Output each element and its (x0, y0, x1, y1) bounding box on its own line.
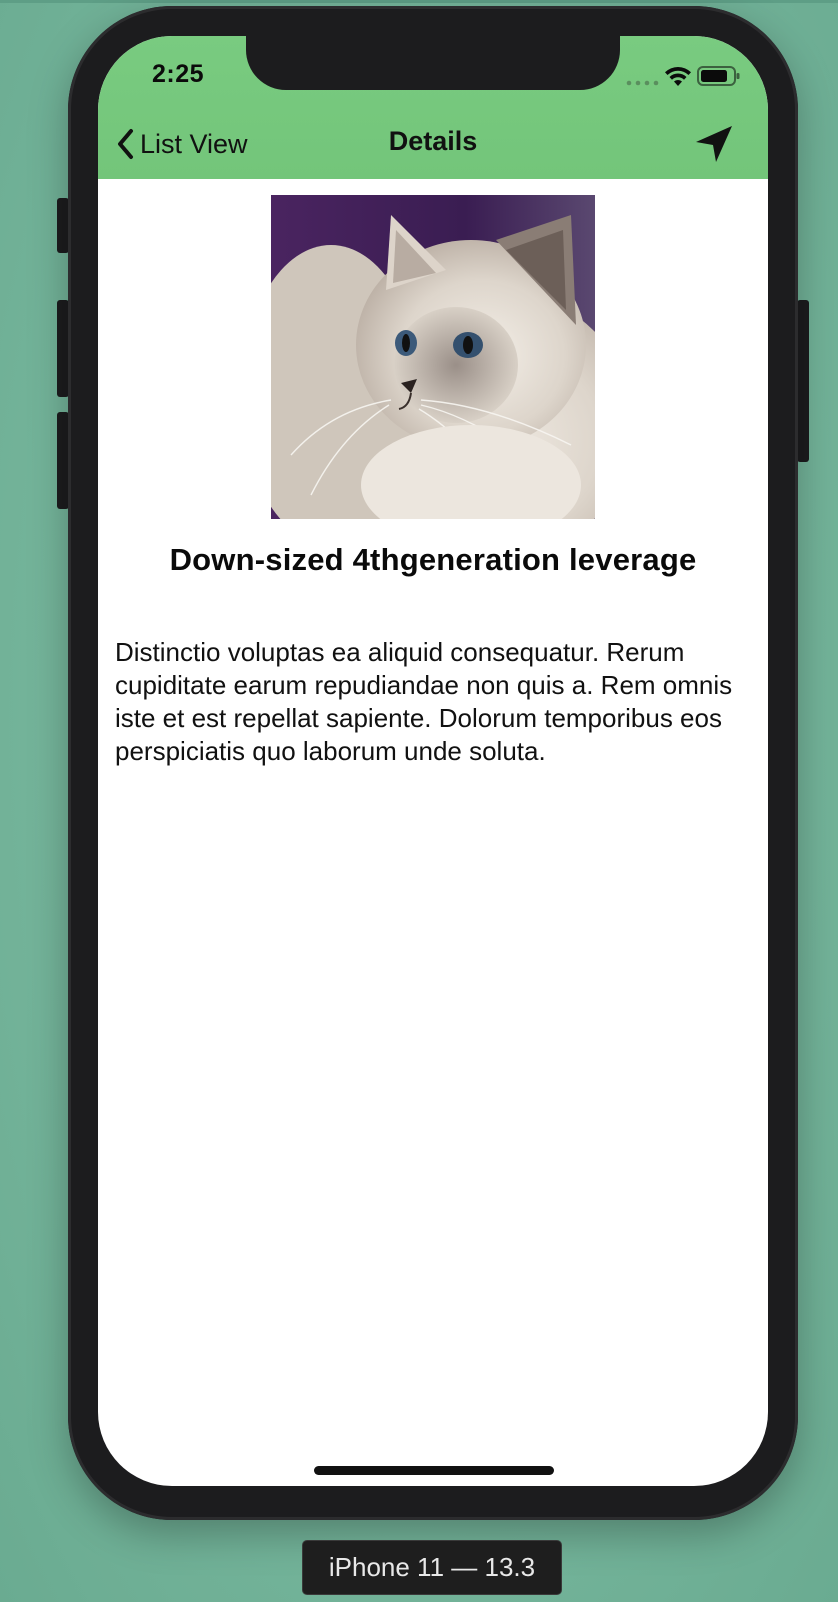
home-indicator[interactable] (314, 1466, 554, 1475)
cat-image-icon (271, 195, 595, 519)
simulator-device-label: iPhone 11 — 13.3 (302, 1540, 562, 1595)
signal-icon (626, 80, 659, 86)
power-button[interactable] (797, 300, 809, 462)
window-top-edge (0, 0, 838, 3)
wifi-icon (665, 66, 691, 86)
battery-icon (697, 66, 740, 86)
detail-headline: Down-sized 4thgeneration leverage (169, 542, 697, 577)
phone-screen: 2:25 List View Details Down-sized 4thgen… (98, 36, 768, 1486)
cat-photo (271, 195, 595, 519)
detail-body-text: Distinctio voluptas ea aliquid consequat… (115, 637, 733, 766)
location-arrow-icon[interactable] (694, 124, 734, 164)
page-title: Details (388, 126, 478, 156)
status-time: 2:25 (152, 60, 205, 88)
notch (246, 36, 620, 90)
